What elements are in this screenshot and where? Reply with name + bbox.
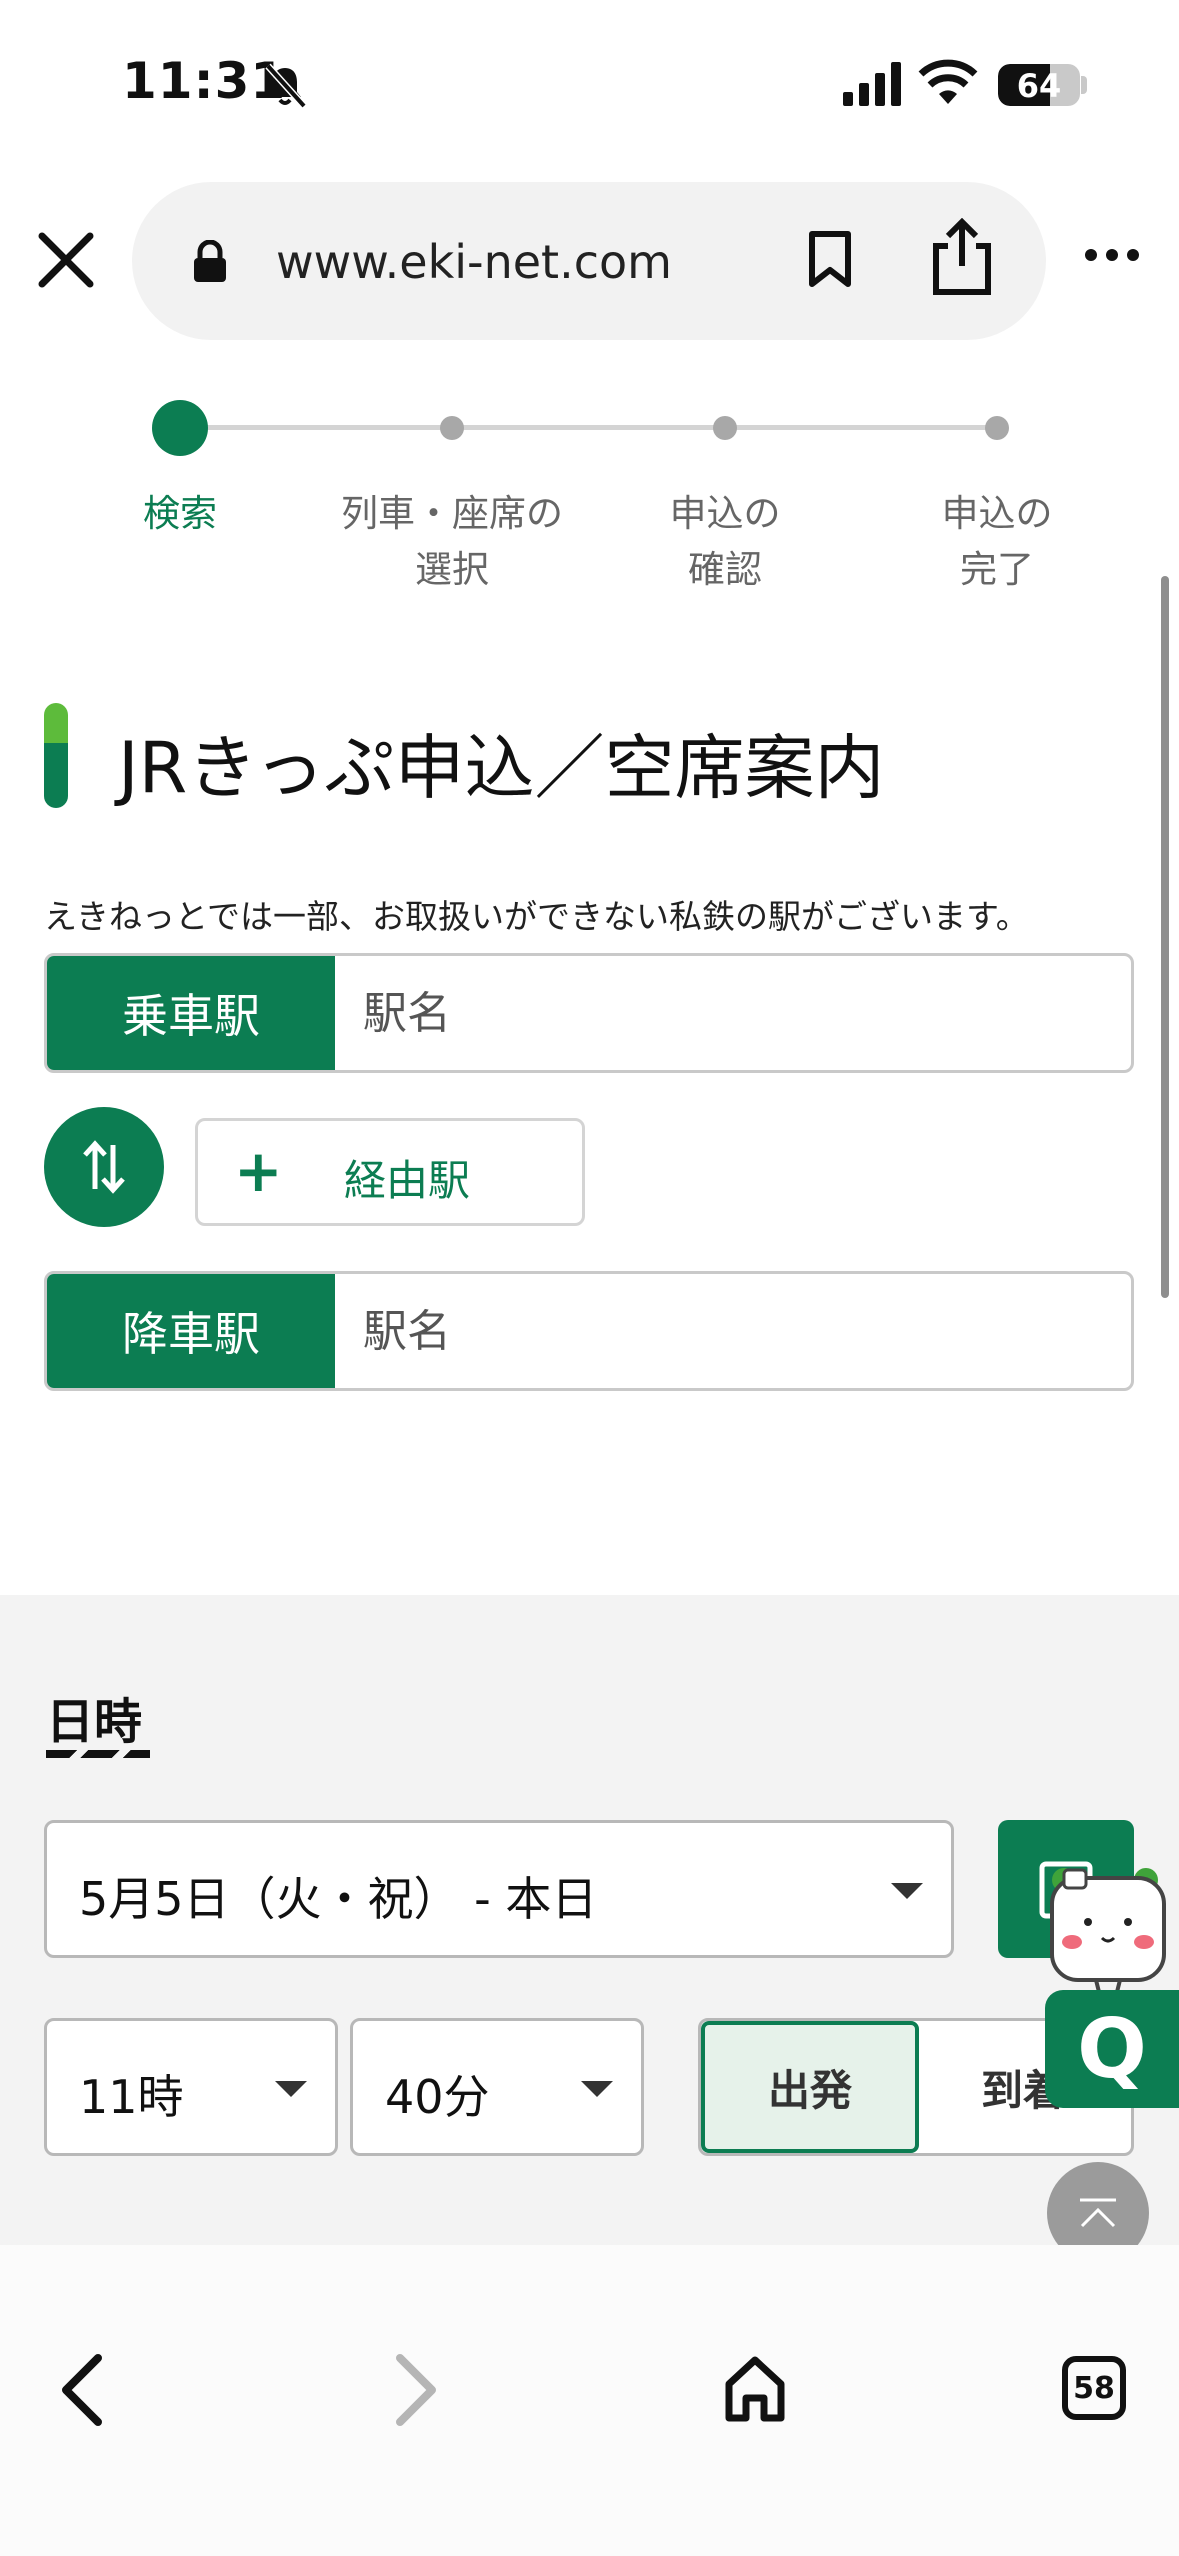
- browser-bottom-toolbar: [0, 2245, 1179, 2556]
- forward-icon[interactable]: [392, 2352, 442, 2428]
- bell-muted-icon: [265, 63, 307, 108]
- mascot-icon[interactable]: [1044, 1862, 1174, 2002]
- datetime-heading: 日時: [46, 1694, 143, 1750]
- page-scrollbar[interactable]: [1161, 576, 1169, 1298]
- wifi-icon: [918, 59, 978, 104]
- minute-select-value: 40分: [385, 2070, 490, 2124]
- step-dot-search: [152, 400, 208, 456]
- lock-icon: [194, 240, 226, 282]
- station-notice: えきねっとでは一部、お取扱いができない私鉄の駅がございます。: [44, 897, 1029, 936]
- date-select-value: 5月5日（火・祝） - 本日: [79, 1872, 598, 1926]
- arrival-station-field: 降車駅: [44, 1271, 1134, 1391]
- step-dot-complete: [985, 416, 1009, 440]
- step-label-search: 検索: [143, 492, 217, 535]
- bookmark-icon[interactable]: [806, 230, 854, 288]
- chevron-down-icon: [891, 1883, 923, 1899]
- hour-select-value: 11時: [79, 2070, 184, 2124]
- via-station-label: 経由駅: [344, 1156, 471, 1205]
- back-icon[interactable]: [56, 2352, 106, 2428]
- date-select[interactable]: 5月5日（火・祝） - 本日: [44, 1820, 954, 1958]
- step-label-select: 列車・座席の 選択: [341, 492, 563, 591]
- swap-arrows-icon: [83, 1140, 125, 1194]
- step-label-complete: 申込の 完了: [941, 492, 1053, 591]
- arrival-station-input[interactable]: [335, 1274, 1131, 1388]
- title-accent-bar: [44, 703, 68, 808]
- depart-toggle-button[interactable]: 出発: [701, 2021, 919, 2153]
- departure-station-input[interactable]: [335, 956, 1131, 1070]
- heading-underline: [46, 1750, 150, 1758]
- tab-count-button[interactable]: 58: [1062, 2356, 1126, 2420]
- add-via-station-button[interactable]: + 経由駅: [195, 1118, 585, 1226]
- home-icon[interactable]: [724, 2354, 786, 2424]
- url-text[interactable]: www.eki-net.com: [276, 235, 672, 289]
- stepper-line: [180, 425, 1000, 430]
- page-title: JRきっぷ申込／空席案内: [118, 727, 885, 809]
- signal-icon: [843, 62, 901, 106]
- share-icon[interactable]: [930, 218, 994, 296]
- battery-indicator: 64: [998, 64, 1080, 106]
- step-dot-select: [440, 416, 464, 440]
- step-label-confirm: 申込の 確認: [669, 492, 781, 591]
- departure-station-label: 乗車駅: [47, 956, 335, 1070]
- faq-q-button[interactable]: Q: [1045, 1990, 1179, 2108]
- battery-tip: [1081, 76, 1087, 94]
- battery-percent: 64: [1016, 67, 1062, 105]
- swap-stations-button[interactable]: [44, 1107, 164, 1227]
- more-options-icon[interactable]: [1084, 248, 1140, 262]
- chevron-down-icon: [581, 2081, 613, 2097]
- chevron-down-icon: [275, 2081, 307, 2097]
- step-dot-confirm: [713, 416, 737, 440]
- arrival-station-label: 降車駅: [47, 1274, 335, 1388]
- departure-station-field: 乗車駅: [44, 953, 1134, 1073]
- close-icon[interactable]: [36, 230, 96, 290]
- plus-icon: +: [234, 1137, 283, 1205]
- hour-select[interactable]: 11時: [44, 2018, 338, 2156]
- chevron-up-icon: [1080, 2198, 1116, 2228]
- minute-select[interactable]: 40分: [350, 2018, 644, 2156]
